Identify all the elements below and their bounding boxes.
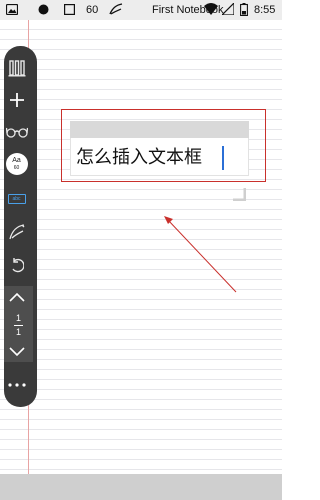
record-dot-icon <box>38 4 49 19</box>
more-dots-icon <box>7 383 26 387</box>
text-caret <box>222 146 224 170</box>
notification-count: 60 <box>86 4 99 16</box>
text-box-drag-handle[interactable] <box>70 121 249 138</box>
battery-icon <box>240 3 248 20</box>
text-box-content[interactable]: 怎么插入文本框 <box>76 145 202 171</box>
plus-icon <box>9 92 25 108</box>
pen-tool-button[interactable] <box>0 220 33 244</box>
page-divider <box>14 324 23 326</box>
chevron-up-icon <box>8 292 25 302</box>
library-button[interactable] <box>0 56 33 80</box>
add-button[interactable] <box>0 88 33 112</box>
pen-icon <box>8 223 26 241</box>
font-size-value: 60 <box>13 165 20 171</box>
cell-signal-icon <box>220 1 235 19</box>
next-page-button[interactable] <box>0 343 33 361</box>
bottom-bar <box>0 474 282 500</box>
font-label: Aa <box>12 157 21 164</box>
status-bar: 60 First Notebook 8:55 <box>0 0 282 20</box>
screen-icon <box>64 4 76 19</box>
page-indicator: 1 1 <box>4 310 33 340</box>
glasses-icon <box>5 126 28 138</box>
undo-icon <box>10 257 24 273</box>
clock: 8:55 <box>254 4 276 16</box>
notebook-page[interactable] <box>0 20 282 474</box>
pen-notification-icon <box>108 3 124 20</box>
undo-button[interactable] <box>0 254 33 276</box>
chevron-down-icon <box>8 347 25 357</box>
current-page: 1 <box>15 312 21 323</box>
gallery-icon <box>5 3 19 19</box>
total-pages: 1 <box>15 326 21 337</box>
more-button[interactable] <box>0 376 33 394</box>
reading-mode-button[interactable] <box>0 120 33 144</box>
font-size-button[interactable]: Aa 60 <box>0 151 33 177</box>
previous-page-button[interactable] <box>0 288 33 306</box>
resize-handle-icon[interactable] <box>232 186 247 202</box>
wifi-icon <box>204 3 218 19</box>
text-box-tool-button[interactable]: abc <box>0 190 33 208</box>
font-size-icon: Aa 60 <box>5 153 28 175</box>
text-box-icon: abc <box>7 194 26 204</box>
books-icon <box>8 59 26 77</box>
